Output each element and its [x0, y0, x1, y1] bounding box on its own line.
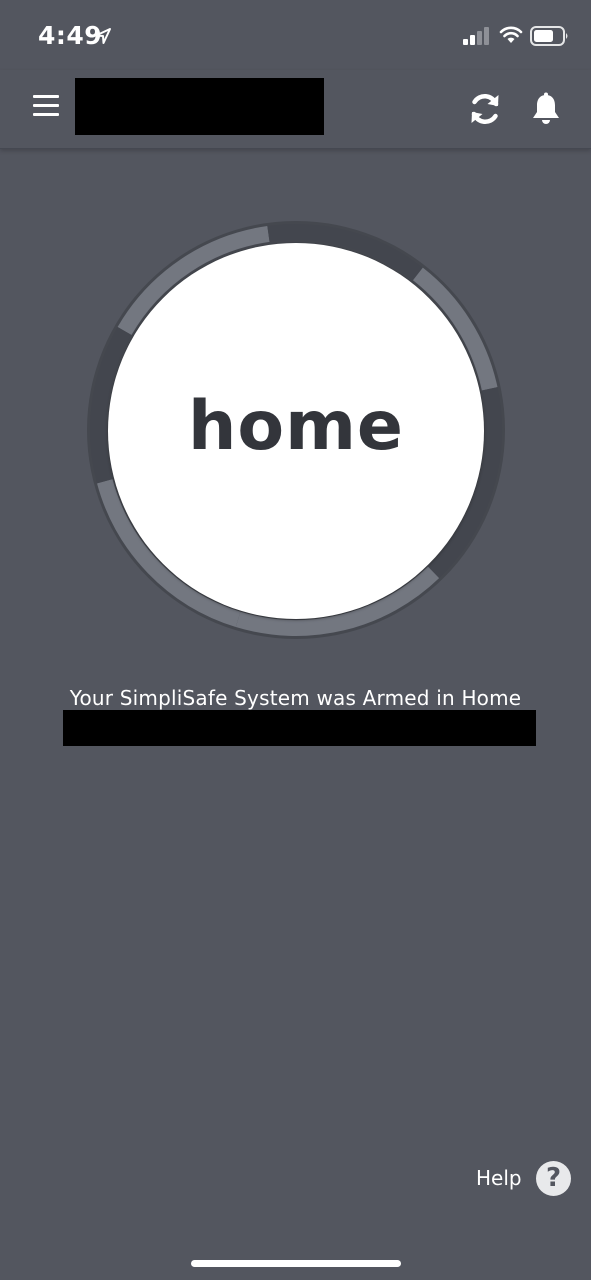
app-header	[0, 70, 591, 149]
hamburger-menu-icon[interactable]	[33, 95, 61, 121]
status-bar: 4:49	[0, 0, 591, 70]
mode-label: home	[187, 386, 405, 466]
status-message: Your SimpliSafe System was Armed in Home	[69, 686, 522, 710]
refresh-icon[interactable]	[466, 90, 504, 128]
location-arrow-icon	[95, 28, 111, 44]
help-icon[interactable]: ?	[536, 1161, 571, 1196]
bell-icon[interactable]	[530, 92, 562, 126]
help-label[interactable]: Help	[476, 1166, 522, 1190]
wifi-icon	[499, 26, 523, 43]
battery-icon	[530, 26, 568, 46]
redacted-message-detail	[63, 710, 536, 746]
cellular-signal-icon	[463, 27, 489, 45]
home-mode-button[interactable]: home	[108, 243, 484, 619]
redacted-title	[75, 78, 324, 135]
app-screen: 4:49 home Your SimpliSafe System was Arm…	[0, 0, 591, 1280]
home-indicator	[191, 1260, 401, 1267]
status-time: 4:49	[38, 21, 103, 50]
